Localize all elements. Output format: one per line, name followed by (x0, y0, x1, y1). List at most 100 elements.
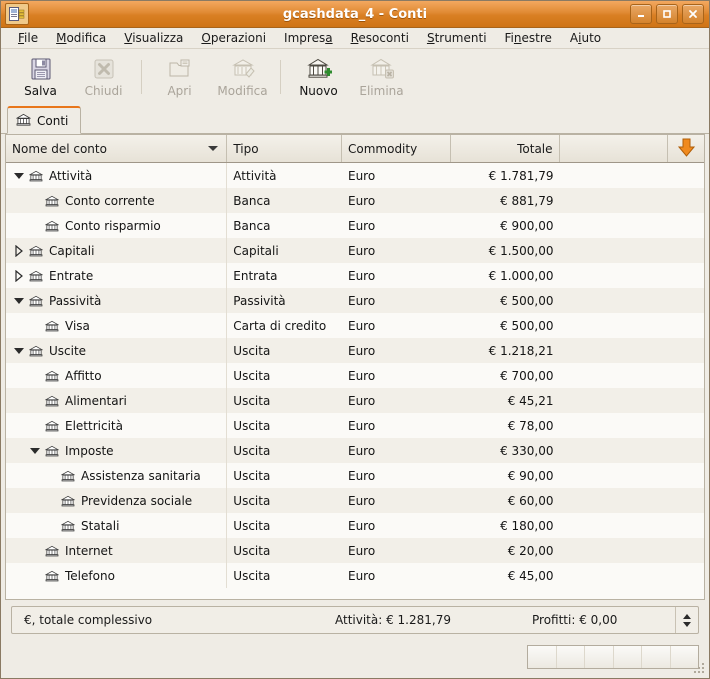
column-header-tipo[interactable]: Tipo (227, 135, 342, 162)
cell-spacer (560, 188, 669, 213)
cell-spacer (560, 413, 669, 438)
column-header-account-name[interactable]: Nome del conto (6, 135, 227, 162)
cell-commodity: Euro (342, 463, 451, 488)
expander-placeholder (26, 213, 44, 238)
cell-spacer (560, 163, 669, 188)
resize-grip[interactable] (694, 663, 706, 675)
table-row[interactable]: AttivitàAttivitàEuro€ 1.781,79 (6, 163, 704, 188)
toolbar-save-button[interactable]: Salva (9, 52, 72, 102)
column-header-totale-label: Totale (517, 142, 552, 156)
cell-tipo: Banca (227, 188, 342, 213)
delete-account-icon (369, 56, 395, 82)
expander-expanded-icon[interactable] (26, 438, 44, 463)
table-row[interactable]: ElettricitàUscitaEuro€ 78,00 (6, 413, 704, 438)
tree-indent (6, 413, 26, 438)
table-row[interactable]: Conto risparmioBancaEuro€ 900,00 (6, 213, 704, 238)
cell-end (668, 513, 704, 538)
maximize-button[interactable] (656, 4, 678, 24)
chevron-down-icon[interactable] (208, 146, 218, 151)
column-header-spacer[interactable] (560, 135, 669, 162)
toolbar-delete-button[interactable]: Elimina (350, 52, 413, 102)
cell-totale: € 60,00 (451, 488, 560, 513)
expander-expanded-icon[interactable] (10, 338, 28, 363)
menu-operazioni[interactable]: Operazioni (192, 29, 275, 48)
table-row[interactable]: AlimentariUscitaEuro€ 45,21 (6, 388, 704, 413)
cell-totale: € 500,00 (451, 313, 560, 338)
bank-icon (28, 169, 44, 183)
table-row[interactable]: VisaCarta di creditoEuro€ 500,00 (6, 313, 704, 338)
column-header-commodity[interactable]: Commodity (342, 135, 451, 162)
toolbar-open-button[interactable]: Apri (148, 52, 211, 102)
progress-segment (614, 646, 643, 668)
close-button[interactable] (682, 4, 704, 24)
cell-account-name: Statali (6, 513, 227, 538)
spinner-down-icon[interactable] (683, 622, 691, 627)
window-controls (630, 4, 704, 24)
menu-file[interactable]: File (9, 29, 47, 48)
cell-commodity: Euro (342, 413, 451, 438)
table-row[interactable]: TelefonoUscitaEuro€ 45,00 (6, 563, 704, 588)
summary-spinner[interactable] (675, 607, 698, 633)
cell-totale: € 330,00 (451, 438, 560, 463)
column-header-totale[interactable]: Totale (451, 135, 560, 162)
cell-totale: € 1.500,00 (451, 238, 560, 263)
expander-placeholder (42, 463, 60, 488)
cell-commodity: Euro (342, 438, 451, 463)
cell-account-name: Visa (6, 313, 227, 338)
cell-account-name: Telefono (6, 563, 227, 588)
toolbar-delete-label: Elimina (359, 84, 403, 98)
cell-account-name: Conto risparmio (6, 213, 227, 238)
menu-strumenti[interactable]: Strumenti (418, 29, 496, 48)
table-row[interactable]: Assistenza sanitariaUscitaEuro€ 90,00 (6, 463, 704, 488)
table-row[interactable]: CapitaliCapitaliEuro€ 1.500,00 (6, 238, 704, 263)
spinner-up-icon[interactable] (683, 614, 691, 619)
cell-tipo: Uscita (227, 438, 342, 463)
table-row[interactable]: InternetUscitaEuro€ 20,00 (6, 538, 704, 563)
menu-impresa[interactable]: Impresa (275, 29, 342, 48)
menu-finestre[interactable]: Finestre (496, 29, 561, 48)
account-name-label: Entrate (49, 269, 93, 283)
toolbar-close-button[interactable]: Chiudi (72, 52, 135, 102)
bank-icon (28, 294, 44, 308)
tab-label: Conti (37, 114, 68, 128)
account-name-label: Conto corrente (65, 194, 155, 208)
toolbar-new-button[interactable]: Nuovo (287, 52, 350, 102)
toolbar-close-label: Chiudi (85, 84, 123, 98)
expander-placeholder (26, 413, 44, 438)
table-row[interactable]: StataliUscitaEuro€ 180,00 (6, 513, 704, 538)
column-options-button[interactable] (668, 135, 704, 162)
expander-expanded-icon[interactable] (10, 288, 28, 313)
cell-end (668, 188, 704, 213)
table-row[interactable]: ImposteUscitaEuro€ 330,00 (6, 438, 704, 463)
cell-end (668, 163, 704, 188)
summary-bar: €, totale complessivo Attività: € 1.281,… (11, 606, 699, 634)
cell-spacer (560, 338, 669, 363)
table-row[interactable]: Conto correnteBancaEuro€ 881,79 (6, 188, 704, 213)
table-row[interactable]: UsciteUscitaEuro€ 1.218,21 (6, 338, 704, 363)
menu-visualizza[interactable]: Visualizza (115, 29, 192, 48)
toolbar-edit-button[interactable]: Modifica (211, 52, 274, 102)
minimize-button[interactable] (630, 4, 652, 24)
table-row[interactable]: AffittoUscitaEuro€ 700,00 (6, 363, 704, 388)
bank-icon (44, 544, 60, 558)
cell-spacer (560, 513, 669, 538)
expander-expanded-icon[interactable] (10, 163, 28, 188)
menu-modifica[interactable]: Modifica (47, 29, 115, 48)
cell-spacer (560, 538, 669, 563)
expander-collapsed-icon[interactable] (10, 263, 28, 288)
account-name-label: Affitto (65, 369, 102, 383)
table-row[interactable]: PassivitàPassivitàEuro€ 500,00 (6, 288, 704, 313)
table-row[interactable]: Previdenza socialeUscitaEuro€ 60,00 (6, 488, 704, 513)
cell-end (668, 213, 704, 238)
cell-tipo: Uscita (227, 388, 342, 413)
menu-resoconti[interactable]: Resoconti (342, 29, 418, 48)
bank-icon (44, 219, 60, 233)
cell-totale: € 900,00 (451, 213, 560, 238)
bank-icon (60, 519, 76, 533)
tab-conti[interactable]: Conti (7, 106, 81, 134)
table-row[interactable]: EntrateEntrataEuro€ 1.000,00 (6, 263, 704, 288)
tree-body[interactable]: AttivitàAttivitàEuro€ 1.781,79 Conto cor… (6, 163, 704, 599)
expander-collapsed-icon[interactable] (10, 238, 28, 263)
cell-spacer (560, 488, 669, 513)
menu-aiuto[interactable]: Aiuto (561, 29, 610, 48)
